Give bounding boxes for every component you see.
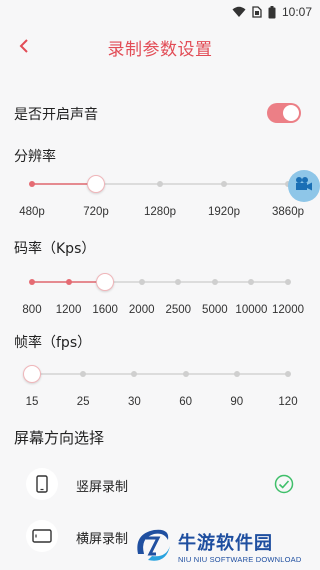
slider-tick-label: 10000 xyxy=(235,304,268,316)
slider-tick-label: 120 xyxy=(278,396,298,408)
slider-tick[interactable] xyxy=(233,371,240,377)
orientation-label: 横屏录制 xyxy=(76,532,129,547)
watermark-subtitle: NIU NIU SOFTWARE DOWNLOAD xyxy=(178,554,302,564)
header: 录制参数设置 xyxy=(0,24,320,70)
slider-tick[interactable] xyxy=(65,279,72,285)
framerate-label: 帧率（fps） xyxy=(14,335,92,351)
wifi-icon xyxy=(232,6,246,18)
slider-tick[interactable] xyxy=(138,279,145,285)
chevron-left-icon xyxy=(18,38,30,58)
orientation-label: 竖屏录制 xyxy=(76,480,129,495)
slider-tick-label: 1920p xyxy=(208,206,240,218)
slider-handle[interactable] xyxy=(96,273,115,291)
slider-tick-label: 5000 xyxy=(202,304,228,316)
slider-tick[interactable] xyxy=(182,371,189,377)
sound-label: 是否开启声音 xyxy=(14,107,98,123)
floating-camera-button[interactable] xyxy=(288,170,320,202)
framerate-slider[interactable]: 15 25 30 60 90 120 xyxy=(0,362,320,422)
slider-tick[interactable] xyxy=(285,371,291,377)
slider-tick-label: 720p xyxy=(83,206,109,218)
slider-tick-label: 480p xyxy=(19,206,45,218)
slider-tick[interactable] xyxy=(285,279,291,285)
slider-tick[interactable] xyxy=(80,371,87,377)
slider-tick[interactable] xyxy=(29,279,35,285)
check-circle-icon xyxy=(274,474,294,498)
slider-tick-label: 60 xyxy=(179,396,192,408)
page-title: 录制参数设置 xyxy=(107,39,213,60)
slider-tick-label: 25 xyxy=(76,396,90,408)
resolution-label: 分辨率 xyxy=(14,149,56,165)
slider-tick-label: 2000 xyxy=(128,304,155,316)
orientation-title: 屏幕方向选择 xyxy=(14,429,105,447)
watermark-name: 牛游软件园 xyxy=(178,532,273,554)
battery-icon xyxy=(268,5,276,19)
status-time: 10:07 xyxy=(281,5,312,19)
bitrate-label: 码率（Kps） xyxy=(14,241,96,257)
sim-icon xyxy=(252,6,262,18)
slider-tick[interactable] xyxy=(157,181,163,187)
slider-tick-label: 12000 xyxy=(272,304,304,316)
slider-tick[interactable] xyxy=(175,279,182,285)
slider-tick[interactable] xyxy=(131,371,138,377)
back-button[interactable] xyxy=(10,34,38,62)
watermark: 牛游软件园 NIU NIU SOFTWARE DOWNLOAD xyxy=(130,522,320,570)
slider-tick-label: 15 xyxy=(25,396,39,408)
slider-tick[interactable] xyxy=(29,181,35,187)
status-bar: 10:07 xyxy=(0,0,320,24)
slider-tick-label: 1200 xyxy=(55,304,82,316)
slider-tick-label: 30 xyxy=(127,396,141,408)
resolution-slider[interactable]: 480p 720p 1280p 1920p 3860p xyxy=(0,172,320,232)
slider-tick[interactable] xyxy=(211,279,218,285)
slider-handle[interactable] xyxy=(23,365,41,383)
slider-tick-label: 1600 xyxy=(92,304,118,316)
slider-tick-label: 800 xyxy=(22,304,42,316)
slider-handle[interactable] xyxy=(87,175,105,193)
slider-tick-label: 1280p xyxy=(144,206,176,218)
portrait-phone-icon xyxy=(26,468,58,500)
slider-track xyxy=(32,373,288,375)
landscape-phone-icon xyxy=(26,520,58,552)
toggle-knob xyxy=(283,105,299,121)
slider-tick-label: 3860p xyxy=(272,206,304,218)
orientation-option-portrait[interactable]: 竖屏录制 xyxy=(0,464,320,508)
slider-tick-label: 2500 xyxy=(165,304,192,316)
bitrate-slider[interactable]: 800 1200 1600 2000 2500 5000 10000 12000 xyxy=(0,270,320,330)
niuniu-logo-icon xyxy=(137,529,170,561)
sound-setting-row: 是否开启声音 xyxy=(0,100,320,128)
slider-tick-label: 90 xyxy=(230,396,244,408)
slider-tick[interactable] xyxy=(248,279,255,285)
video-camera-icon xyxy=(294,176,314,196)
sound-toggle[interactable] xyxy=(267,103,301,123)
slider-tick[interactable] xyxy=(221,181,227,187)
